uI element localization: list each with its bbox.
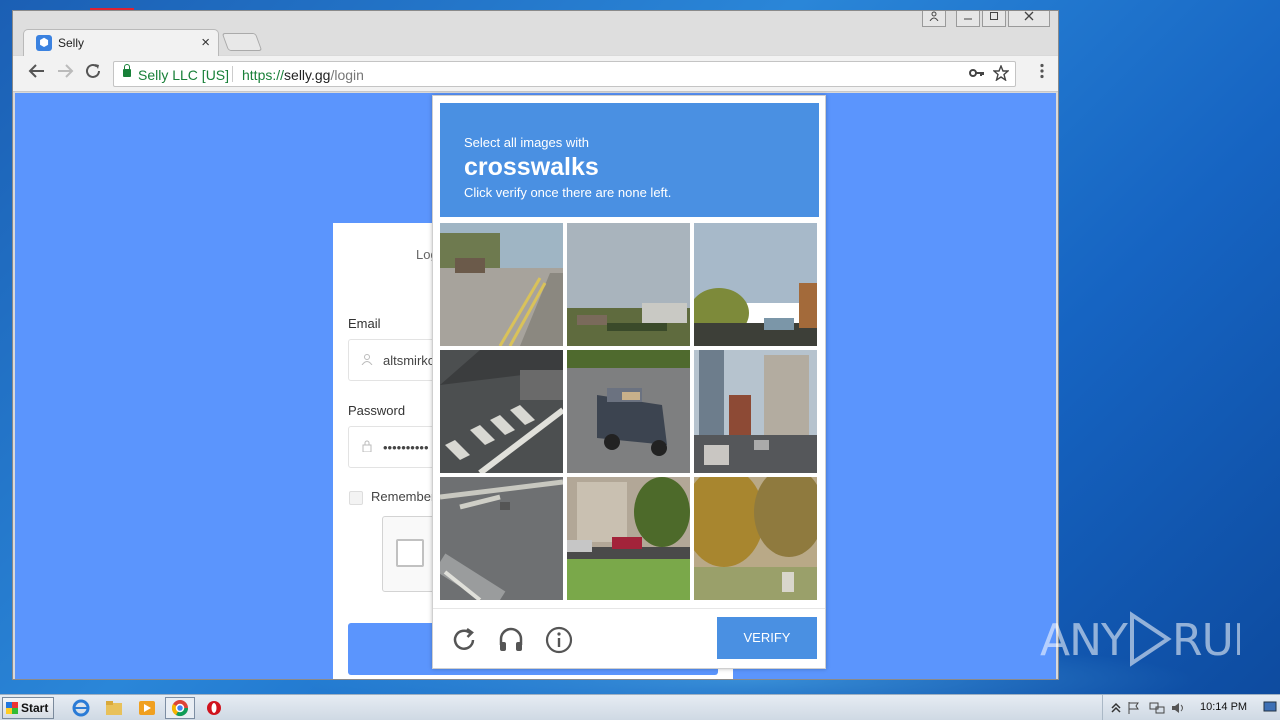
captcha-hint: Click verify once there are none left. — [464, 185, 672, 200]
back-arrow-icon[interactable] — [25, 62, 49, 86]
file-explorer-icon[interactable] — [99, 697, 129, 719]
recaptcha-checkbox[interactable] — [396, 539, 424, 567]
key-icon[interactable] — [969, 65, 985, 85]
volume-icon[interactable] — [1171, 701, 1187, 718]
lock-icon — [361, 440, 373, 455]
email-value: altsmirko — [383, 353, 436, 368]
url-scheme: https:// — [242, 67, 285, 83]
media-player-icon[interactable] — [132, 697, 162, 719]
selly-favicon-icon: ⬢ — [36, 35, 52, 51]
captcha-image-grid — [440, 223, 819, 602]
remember-label: Remember — [371, 489, 436, 504]
taskbar-clock[interactable]: 10:14 PM — [1200, 701, 1247, 713]
show-hidden-icons-icon[interactable] — [1111, 701, 1121, 716]
captcha-footer: VERIFY — [433, 608, 825, 670]
url-path: /login — [330, 67, 364, 83]
user-icon — [361, 353, 373, 368]
captcha-tile-2[interactable] — [567, 223, 690, 346]
chrome-taskbar-icon[interactable] — [165, 697, 195, 719]
profile-icon[interactable] — [922, 11, 946, 27]
password-value: •••••••••• — [383, 440, 429, 455]
reload-icon[interactable] — [81, 62, 105, 86]
taskbar: Start 10:14 PM — [0, 694, 1280, 720]
browser-titlebar: ⬢ Selly × — [13, 11, 1058, 56]
password-label: Password — [348, 403, 406, 418]
window-controls — [922, 11, 1050, 27]
lock-icon — [123, 64, 131, 77]
captcha-tile-6[interactable] — [694, 350, 817, 473]
maximize-button[interactable] — [982, 11, 1006, 27]
captcha-tile-3[interactable] — [694, 223, 817, 346]
start-label: Start — [21, 701, 49, 715]
anyrun-watermark: ANY RUN — [1040, 607, 1266, 667]
show-desktop-icon[interactable] — [1263, 701, 1277, 716]
svg-text:RUN: RUN — [1172, 615, 1240, 666]
captcha-tile-9[interactable] — [694, 477, 817, 600]
captcha-tile-4[interactable] — [440, 350, 563, 473]
opera-icon[interactable] — [199, 697, 229, 719]
system-tray: 10:14 PM — [1102, 695, 1280, 720]
new-tab-button[interactable] — [221, 33, 263, 51]
browser-toolbar: Selly LLC [US] https://selly.gg/login — [13, 56, 1058, 92]
tab-title: Selly — [58, 36, 85, 50]
svg-text:ANY: ANY — [1040, 615, 1128, 666]
refresh-icon[interactable] — [449, 625, 479, 655]
captcha-tile-1[interactable] — [440, 223, 563, 346]
captcha-keyword: crosswalks — [464, 153, 599, 181]
email-label: Email — [348, 316, 381, 331]
close-window-button[interactable] — [1008, 11, 1050, 27]
url-text[interactable]: https://selly.gg/login — [242, 67, 364, 83]
address-bar[interactable]: Selly LLC [US] https://selly.gg/login — [113, 61, 1016, 87]
captcha-tile-8[interactable] — [567, 477, 690, 600]
remember-checkbox[interactable] — [349, 491, 363, 505]
url-host: selly.gg — [284, 67, 331, 83]
captcha-header: Select all images with crosswalks Click … — [440, 103, 819, 217]
action-center-flag-icon[interactable] — [1127, 701, 1141, 718]
browser-menu-icon[interactable] — [1040, 63, 1044, 84]
site-identity[interactable]: Selly LLC [US] — [138, 67, 229, 83]
info-icon[interactable] — [544, 625, 574, 655]
windows-logo-icon — [6, 702, 18, 714]
forward-arrow-icon[interactable] — [53, 62, 77, 86]
captcha-challenge: Select all images with crosswalks Click … — [432, 95, 826, 669]
tab-close-icon[interactable]: × — [201, 34, 210, 51]
minimize-button[interactable] — [956, 11, 980, 27]
audio-challenge-icon[interactable] — [496, 625, 526, 655]
captcha-tile-7[interactable] — [440, 477, 563, 600]
bookmark-star-icon[interactable] — [992, 64, 1010, 85]
browser-tab[interactable]: ⬢ Selly × — [23, 29, 219, 56]
captcha-tile-5[interactable] — [567, 350, 690, 473]
start-button[interactable]: Start — [2, 697, 54, 719]
captcha-instruction: Select all images with — [464, 135, 589, 150]
address-separator — [232, 66, 233, 82]
network-icon[interactable] — [1149, 701, 1165, 718]
verify-button[interactable]: VERIFY — [717, 617, 817, 659]
internet-explorer-icon[interactable] — [66, 697, 96, 719]
